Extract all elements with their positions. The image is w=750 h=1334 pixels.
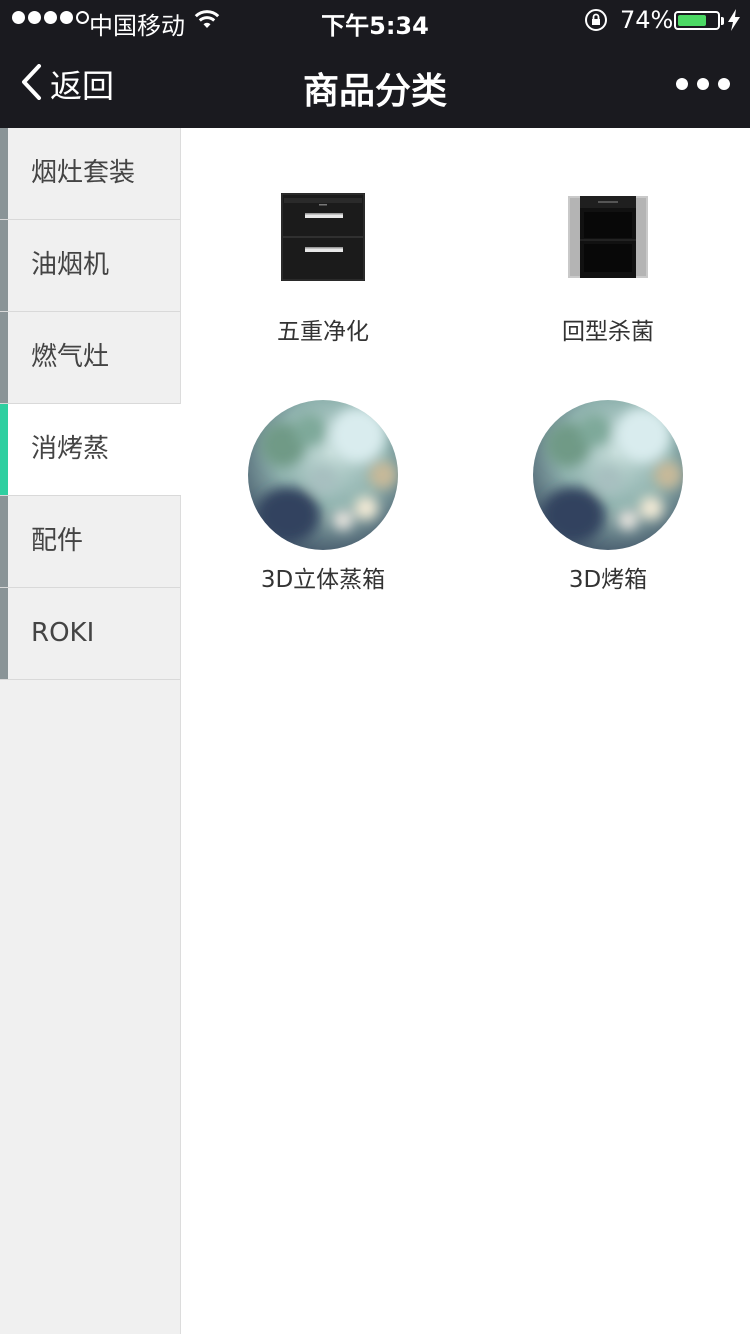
sidebar-item-marker xyxy=(0,588,8,679)
product-name: 回型杀菌 xyxy=(562,319,654,345)
sidebar-item-marker xyxy=(0,220,8,311)
sidebar-item-label: 烟灶套装 xyxy=(31,158,136,188)
product-card[interactable]: 回型杀菌 xyxy=(508,162,708,352)
more-dot-icon xyxy=(697,78,709,90)
product-image xyxy=(533,162,683,312)
charging-bolt-icon xyxy=(727,8,741,38)
sidebar-item-label: 燃气灶 xyxy=(31,342,110,372)
top-bar: 中国移动 下午5:34 74% 返回 商品分类 xyxy=(0,0,750,128)
sidebar-item-label: 消烤蒸 xyxy=(31,434,110,464)
rotation-lock-icon xyxy=(584,8,608,38)
sidebar-item-disinfect-bake-steam[interactable]: 消烤蒸 xyxy=(0,404,181,496)
navigation-bar: 返回 商品分类 xyxy=(0,40,750,128)
more-dot-icon xyxy=(718,78,730,90)
product-name: 五重净化 xyxy=(277,319,369,345)
sidebar-item-label: 油烟机 xyxy=(31,250,110,280)
more-options-button[interactable] xyxy=(676,78,730,90)
product-image xyxy=(533,400,683,550)
sidebar-item-marker xyxy=(0,128,8,219)
sidebar-item-label: ROKI xyxy=(31,618,95,648)
product-card[interactable]: 3D立体蒸箱 xyxy=(223,400,423,596)
product-name: 3D烤箱 xyxy=(568,567,648,593)
battery-icon xyxy=(674,11,724,30)
sidebar-item-active-marker xyxy=(0,404,8,495)
sidebar-item-stove-hood-set[interactable]: 烟灶套装 xyxy=(0,128,180,220)
sidebar-item-gas-stove[interactable]: 燃气灶 xyxy=(0,312,180,404)
sidebar-item-marker xyxy=(0,496,8,587)
status-bar: 中国移动 下午5:34 74% xyxy=(0,0,750,40)
product-card[interactable]: 3D烤箱 xyxy=(508,400,708,596)
product-card[interactable]: 五重净化 xyxy=(223,162,423,352)
product-grid: 五重净化 回型杀菌 3D立体蒸箱 3D烤箱 xyxy=(181,128,750,1334)
battery-percentage: 74% xyxy=(620,6,674,34)
page-title: 商品分类 xyxy=(302,71,447,112)
product-image xyxy=(248,162,398,312)
more-dot-icon xyxy=(676,78,688,90)
category-sidebar: 烟灶套装 油烟机 燃气灶 消烤蒸 配件 ROKI xyxy=(0,128,181,1334)
sidebar-item-range-hood[interactable]: 油烟机 xyxy=(0,220,180,312)
sidebar-item-accessories[interactable]: 配件 xyxy=(0,496,180,588)
sidebar-item-marker xyxy=(0,312,8,403)
product-name: 3D立体蒸箱 xyxy=(260,567,386,593)
product-image xyxy=(248,400,398,550)
sidebar-item-roki[interactable]: ROKI xyxy=(0,588,180,680)
sidebar-item-label: 配件 xyxy=(31,526,84,556)
